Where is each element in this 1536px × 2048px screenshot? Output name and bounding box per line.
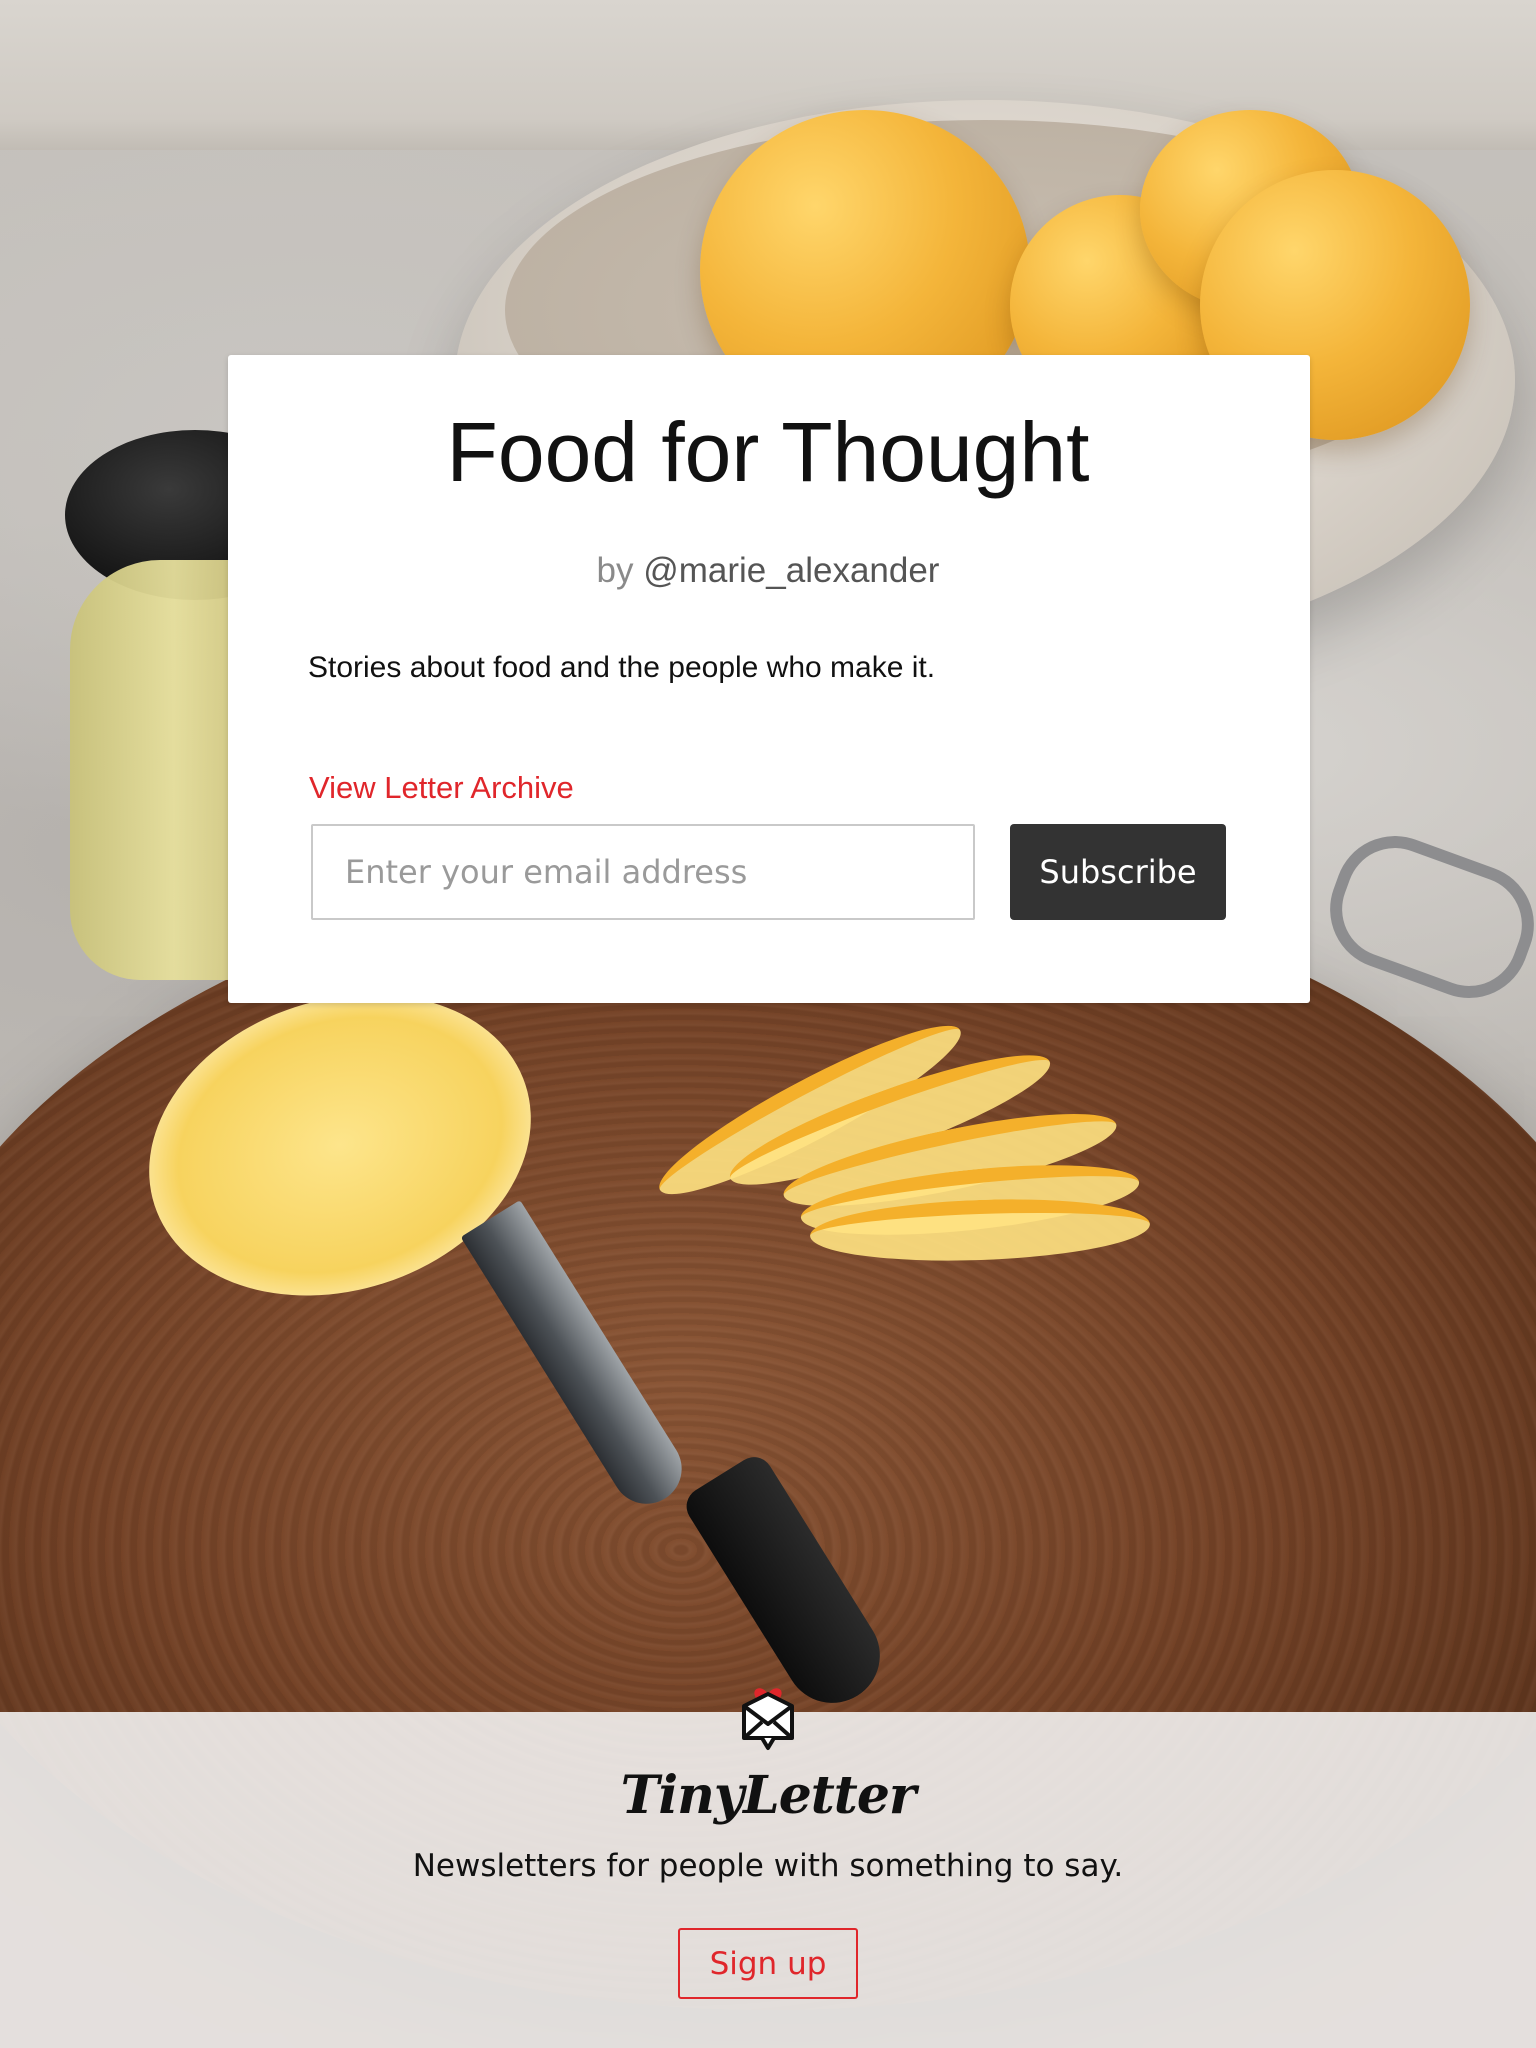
- signup-button[interactable]: Sign up: [678, 1928, 858, 1999]
- envelope-heart-icon: [742, 1688, 794, 1750]
- newsletter-title: Food for Thought: [446, 405, 1090, 499]
- subscribe-button[interactable]: Subscribe: [1010, 824, 1226, 920]
- byline-prefix: by: [596, 551, 634, 590]
- view-archive-link[interactable]: View Letter Archive: [309, 772, 574, 803]
- footer-tagline: Newsletters for people with something to…: [412, 1848, 1124, 1884]
- author-handle: @marie_alexander: [643, 551, 940, 590]
- byline: by @marie_alexander: [0, 553, 1536, 588]
- page: Food for Thought by @marie_alexander Sto…: [0, 0, 1536, 2048]
- newsletter-description: Stories about food and the people who ma…: [308, 651, 936, 684]
- email-input[interactable]: [311, 824, 975, 920]
- tinyletter-wordmark: TinyLetter: [620, 1765, 917, 1826]
